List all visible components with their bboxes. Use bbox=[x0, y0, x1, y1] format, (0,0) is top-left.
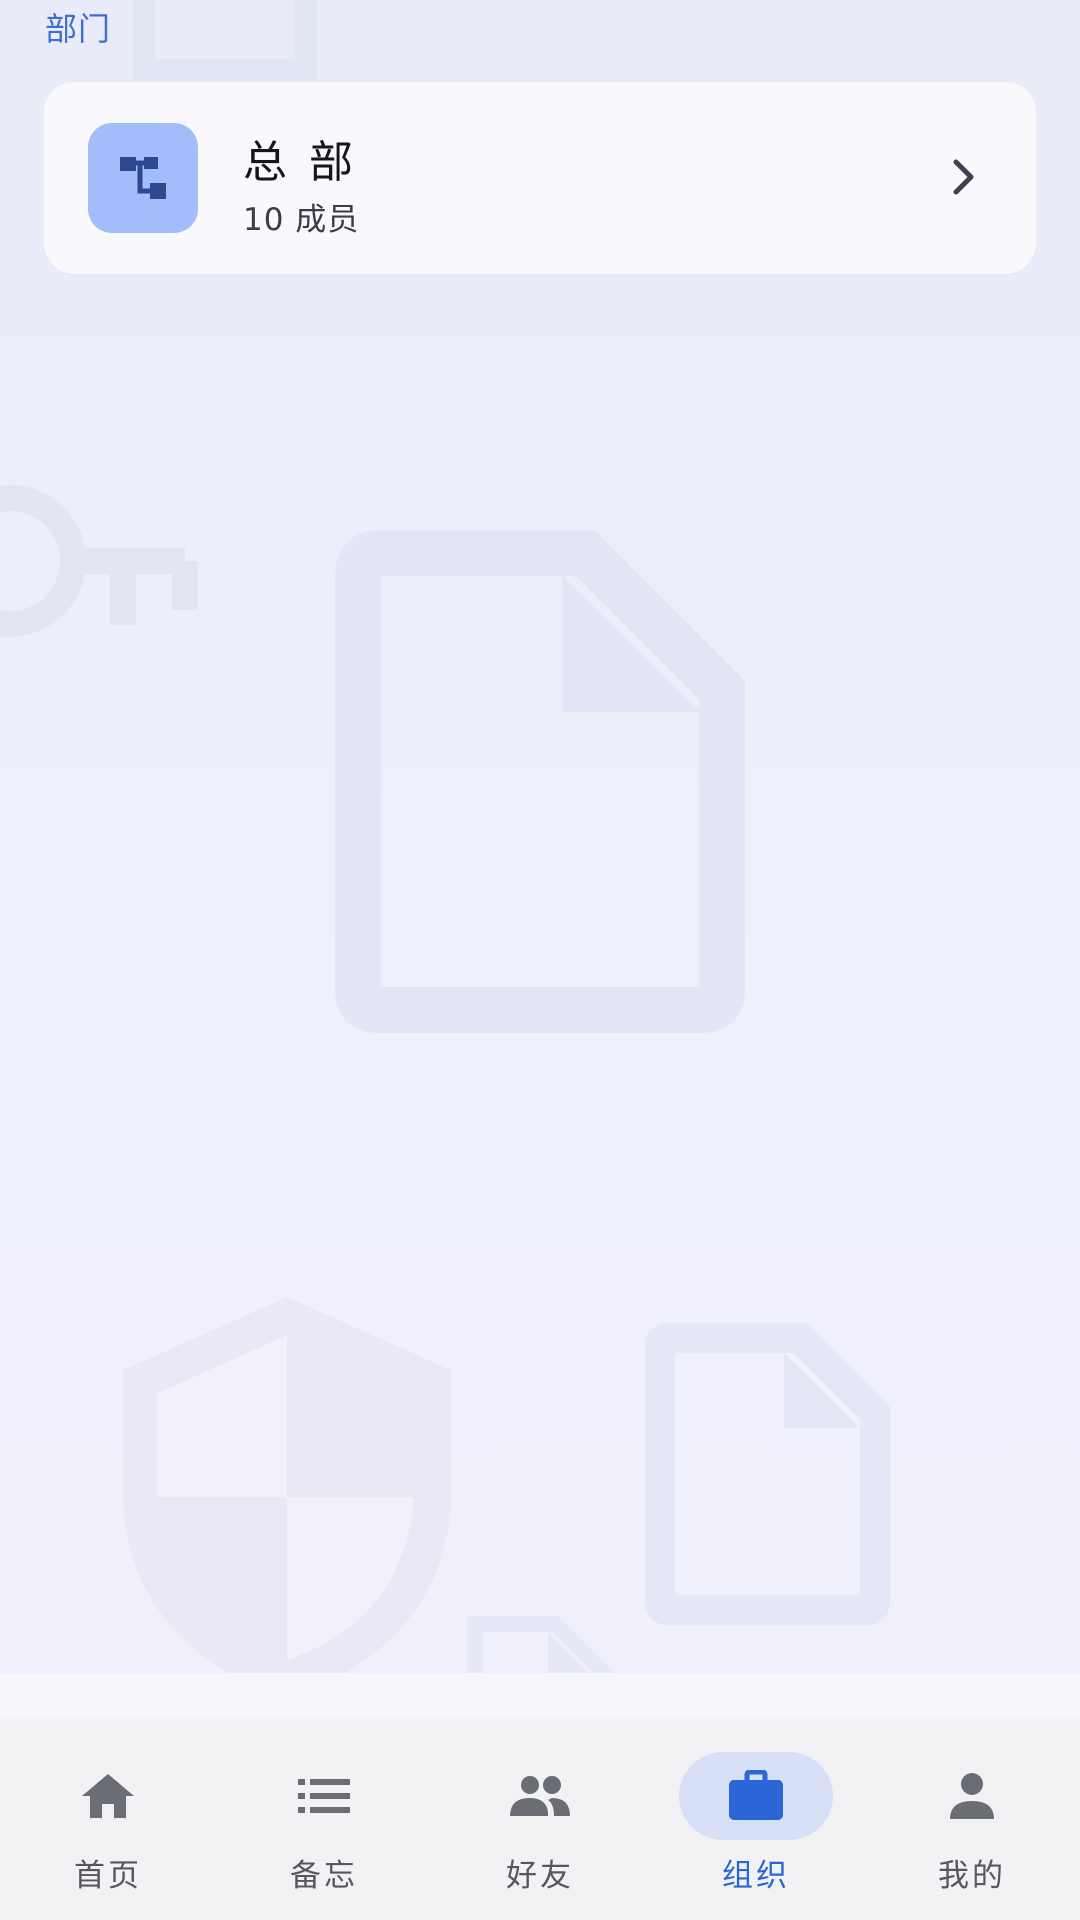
nav-item-home[interactable]: 首页 bbox=[0, 1719, 216, 1920]
nav-label-mine: 我的 bbox=[938, 1858, 1006, 1894]
chevron-right-icon bbox=[953, 159, 974, 195]
nav-label-organization: 组织 bbox=[722, 1858, 790, 1894]
nav-item-memo[interactable]: 备忘 bbox=[216, 1719, 432, 1920]
org-tree-icon bbox=[88, 123, 198, 233]
section-label-departments: 部门 bbox=[45, 10, 112, 48]
active-pill bbox=[679, 1752, 833, 1840]
person-icon bbox=[950, 1773, 994, 1819]
nav-label-friends: 好友 bbox=[506, 1858, 574, 1894]
list-icon bbox=[298, 1779, 350, 1813]
people-icon bbox=[510, 1776, 570, 1816]
nav-label-home: 首页 bbox=[74, 1858, 142, 1894]
bottom-nav: 首页 备忘 好友 组织 我的 bbox=[0, 1719, 1080, 1920]
department-member-count: 10 成员 bbox=[243, 202, 360, 238]
bottom-divider bbox=[0, 1673, 1080, 1719]
briefcase-icon bbox=[729, 1770, 783, 1820]
department-name: 总部 bbox=[243, 137, 375, 188]
nav-item-mine[interactable]: 我的 bbox=[864, 1719, 1080, 1920]
nav-item-organization[interactable]: 组织 bbox=[648, 1719, 864, 1920]
nav-item-friends[interactable]: 好友 bbox=[432, 1719, 648, 1920]
home-icon bbox=[82, 1774, 134, 1818]
department-card[interactable]: 总部 10 成员 bbox=[44, 82, 1036, 274]
nav-label-memo: 备忘 bbox=[290, 1858, 358, 1894]
